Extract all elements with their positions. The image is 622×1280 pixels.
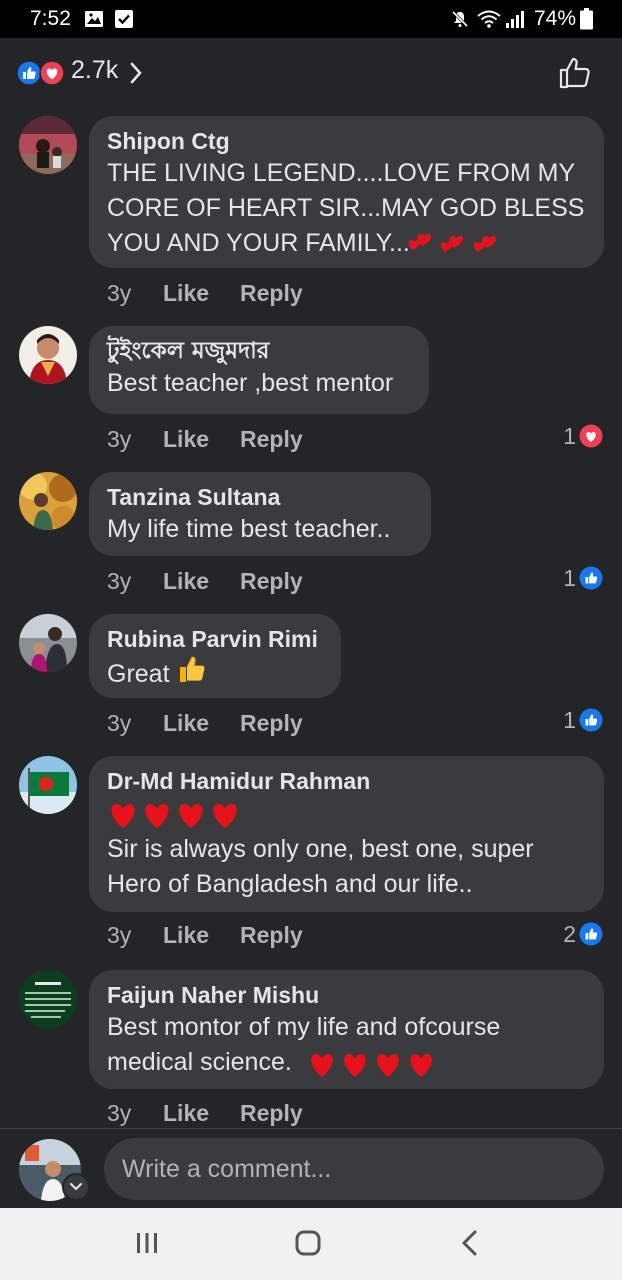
comment-reply-button[interactable]: Reply [240, 426, 303, 453]
battery-percent: 74% [534, 7, 577, 30]
comment-timestamp[interactable]: 3y [107, 1100, 131, 1127]
comment-timestamp[interactable]: 3y [107, 280, 131, 307]
comment-timestamp[interactable]: 3y [107, 568, 131, 595]
red-hearts-emoji [307, 1048, 439, 1090]
reaction-count: 2.7k [71, 56, 119, 84]
wifi-icon [476, 9, 502, 34]
comment-author[interactable]: Rubina Parvin Rimi [107, 624, 323, 654]
chevron-right-icon [128, 60, 144, 91]
comment-like-button[interactable]: Like [163, 710, 209, 737]
like-post-button[interactable] [558, 56, 594, 95]
avatar[interactable] [19, 756, 77, 814]
comment-text: Great [107, 659, 170, 688]
avatar[interactable] [19, 970, 77, 1028]
download-notification-icon [114, 9, 134, 34]
comment-reactions[interactable]: 1 [563, 565, 603, 591]
comment-reactions[interactable]: 1 [563, 423, 603, 449]
comment-text: Best montor of my life and ofcourse medi… [107, 1013, 501, 1076]
comment-reaction-count: 1 [563, 422, 576, 449]
comment-author[interactable]: Tanzina Sultana [107, 482, 413, 512]
comment-reply-button[interactable]: Reply [240, 1100, 303, 1127]
avatar[interactable] [19, 472, 77, 530]
comment-like-button[interactable]: Like [163, 568, 209, 595]
comment-reactions[interactable]: 2 [563, 921, 603, 947]
battery-icon [580, 8, 593, 35]
avatar[interactable] [19, 116, 77, 174]
gallery-notification-icon [84, 9, 104, 34]
like-reaction-icon [579, 566, 603, 590]
love-reaction-icon [579, 424, 603, 448]
signal-icon [505, 9, 525, 34]
comment-author[interactable]: Dr-Md Hamidur Rahman [107, 766, 586, 796]
status-bar: 7:52 74% [0, 0, 622, 38]
comment-like-button[interactable]: Like [163, 922, 209, 949]
comment-timestamp[interactable]: 3y [107, 426, 131, 453]
comment-bubble[interactable]: Tanzina Sultana My life time best teache… [89, 472, 431, 556]
comment-bubble[interactable]: Faijun Naher Mishu Best montor of my lif… [89, 970, 604, 1089]
comment-timestamp[interactable]: 3y [107, 710, 131, 737]
comment-author[interactable]: Faijun Naher Mishu [107, 980, 586, 1010]
android-nav-bar [0, 1208, 622, 1280]
like-reaction-icon [579, 922, 603, 946]
reactions-header: 2.7k [0, 38, 622, 110]
comment-text: Best teacher ,best mentor [107, 369, 394, 397]
mute-icon [450, 9, 470, 34]
comment-like-button[interactable]: Like [163, 280, 209, 307]
comment-reply-button[interactable]: Reply [240, 922, 303, 949]
comment-bubble[interactable]: Rubina Parvin Rimi Great [89, 614, 341, 698]
comment-reaction-count: 1 [563, 564, 576, 591]
avatar[interactable] [19, 614, 77, 672]
comment-reply-button[interactable]: Reply [240, 568, 303, 595]
comment-bubble[interactable]: Shipon Ctg THE LIVING LEGEND....LOVE FRO… [89, 116, 604, 268]
thumbs-up-emoji-icon [178, 654, 206, 694]
comment-reactions[interactable]: 1 [563, 707, 603, 733]
recent-apps-icon[interactable] [134, 1230, 160, 1261]
like-reaction-icon [579, 708, 603, 732]
comment-text: Sir is always only one, best one, super … [107, 835, 534, 898]
comment-timestamp[interactable]: 3y [107, 922, 131, 949]
comment-author[interactable]: টুইংকেল মজুমদার [107, 336, 411, 366]
comment-input[interactable] [104, 1138, 604, 1200]
chevron-down-icon[interactable] [62, 1173, 90, 1201]
comment-like-button[interactable]: Like [163, 1100, 209, 1127]
comment-text: THE LIVING LEGEND....LOVE FROM MY CORE O… [107, 159, 585, 257]
comment-like-button[interactable]: Like [163, 426, 209, 453]
comment-bubble[interactable]: Dr-Md Hamidur Rahman Sir is always only … [89, 756, 604, 912]
comment-reply-button[interactable]: Reply [240, 280, 303, 307]
status-time: 7:52 [30, 7, 71, 30]
comment-reaction-count: 1 [563, 706, 576, 733]
home-icon[interactable] [294, 1229, 322, 1262]
back-icon[interactable] [458, 1229, 482, 1262]
comment-reply-button[interactable]: Reply [240, 710, 303, 737]
avatar[interactable] [19, 326, 77, 384]
comment-bubble[interactable]: টুইংকেল মজুমদার Best teacher ,best mento… [89, 326, 429, 414]
heart-emoji-group [405, 230, 503, 270]
red-hearts-emoji [107, 796, 586, 832]
comment-reaction-count: 2 [563, 920, 576, 947]
comment-text: My life time best teacher.. [107, 515, 391, 543]
reactions-summary-link[interactable]: 2.7k [14, 52, 150, 92]
comment-author[interactable]: Shipon Ctg [107, 126, 586, 156]
love-reaction-icon [39, 60, 65, 91]
comment-compose-bar [0, 1128, 622, 1208]
